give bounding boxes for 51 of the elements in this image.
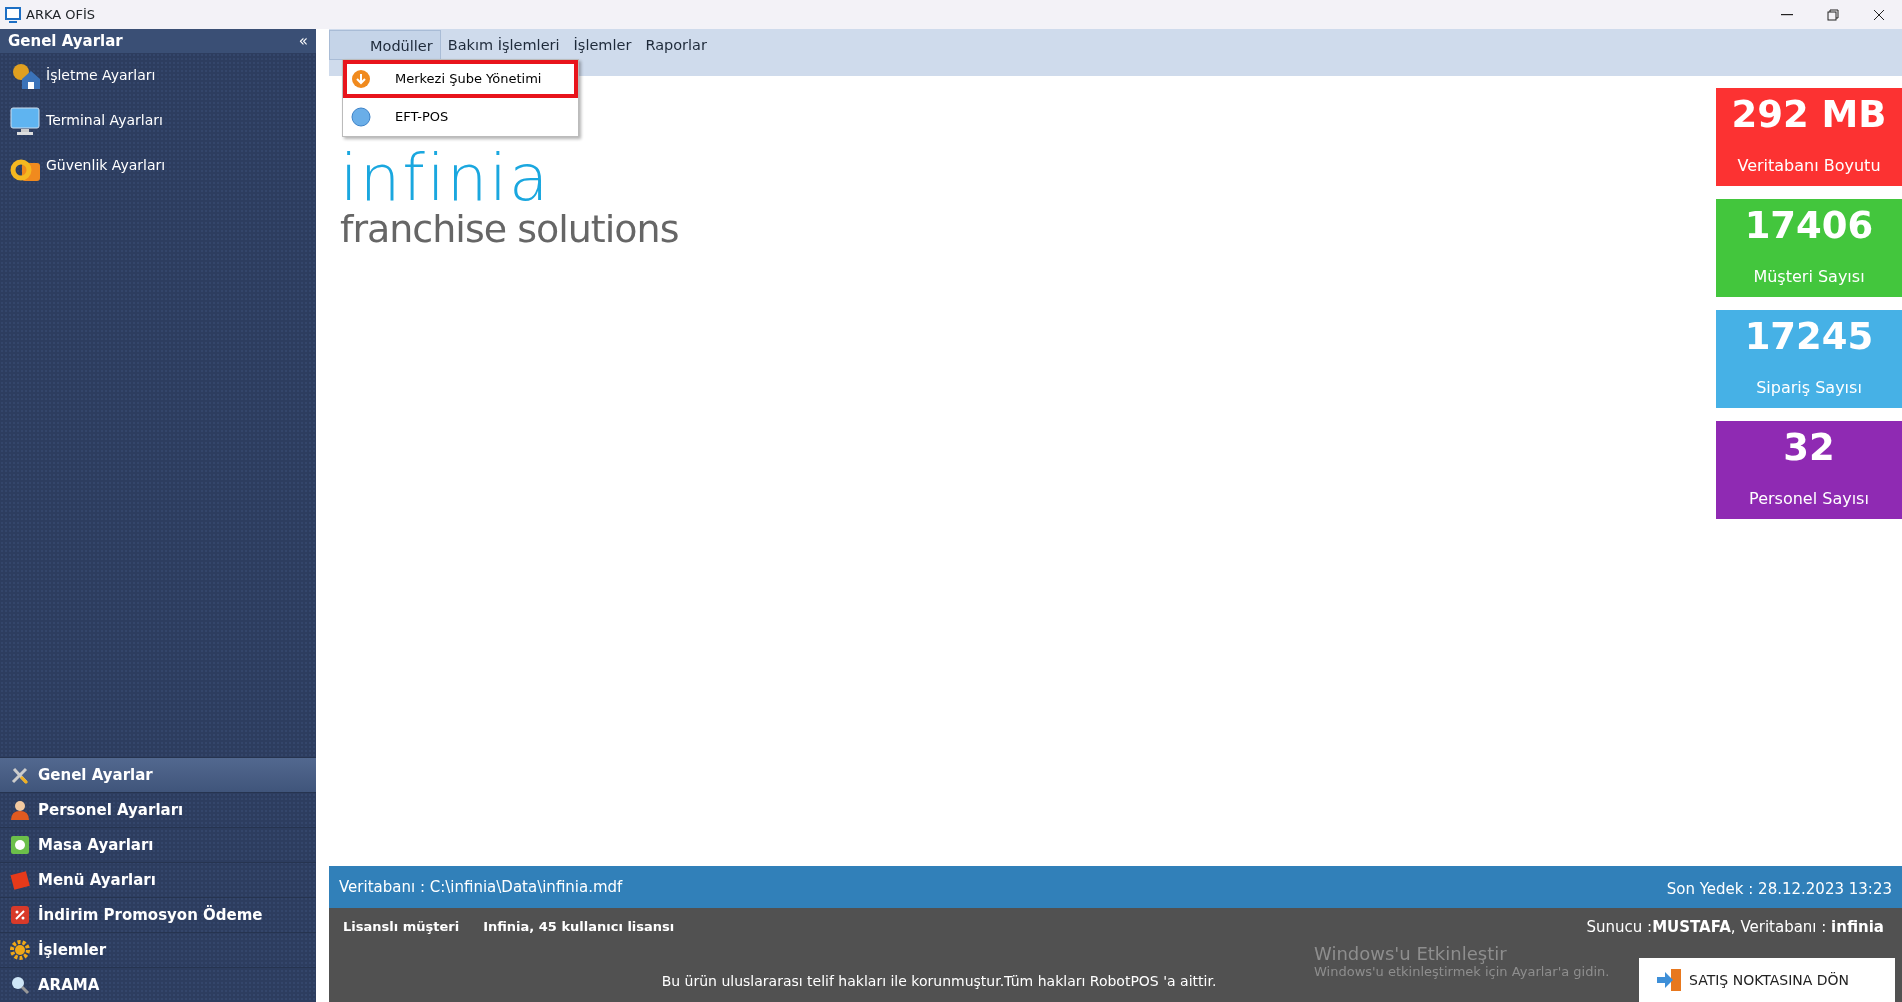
logo-tagline: franchise solutions — [340, 210, 679, 248]
nav-section[interactable]: ARAMA — [0, 967, 316, 1002]
stat-value: 17406 — [1744, 207, 1874, 244]
license-text: Infinia, 45 kullanıcı lisansı — [483, 918, 675, 937]
monitor-icon — [10, 105, 40, 136]
return-to-sales-button[interactable]: SATIŞ NOKTASINA DÖN — [1639, 958, 1895, 1002]
nav-section[interactable]: İndirim Promosyon Ödeme — [0, 897, 316, 932]
plate-icon — [10, 835, 30, 855]
nav-section[interactable]: Genel Ayarlar — [0, 757, 316, 792]
menu-tab[interactable]: Raporlar — [638, 30, 714, 60]
person-icon — [10, 800, 30, 820]
percent-icon — [10, 905, 30, 925]
sidebar-item[interactable]: Terminal Ayarları — [0, 98, 316, 143]
dropdown-item[interactable]: Merkezi Şube Yönetimi — [343, 60, 578, 98]
nav-section[interactable]: Masa Ayarları — [0, 827, 316, 862]
stat-value: 292 MB — [1731, 96, 1887, 133]
dropdown-item[interactable]: EFT-POS — [343, 98, 578, 136]
last-backup: Son Yedek : 28.12.2023 13:23 — [1666, 878, 1892, 900]
window-title: ARKA OFİS — [26, 5, 96, 24]
menu-tab[interactable]: İşlemler — [566, 30, 639, 60]
stat-label: Veritabanı Boyutu — [1737, 155, 1881, 177]
stat-label: Müşteri Sayısı — [1753, 266, 1865, 288]
stat-label: Sipariş Sayısı — [1756, 377, 1862, 399]
logo-name: infinia — [340, 146, 551, 210]
nav-section[interactable]: İşlemler — [0, 932, 316, 967]
stat-value: 17245 — [1744, 318, 1874, 355]
menu-tab[interactable]: Modüller — [329, 30, 441, 60]
collapse-button[interactable]: « — [298, 29, 308, 53]
minimize-icon — [1781, 13, 1793, 16]
monitor-icon — [4, 5, 22, 24]
stat-label: Personel Sayısı — [1749, 488, 1869, 510]
close-icon — [1872, 7, 1886, 22]
sidebar-item[interactable]: İşletme Ayarları — [0, 53, 316, 98]
database-path: Veritabanı : C:\infinia\Data\infinia.mdf — [339, 876, 623, 898]
nav-section[interactable]: Personel Ayarları — [0, 792, 316, 827]
nav-section[interactable]: Menü Ayarları — [0, 862, 316, 897]
activation-hint: Windows'u etkinleştirmek için Ayarlar'a gidin. — [1314, 964, 1610, 980]
menu-card-icon — [10, 870, 30, 890]
menu-tab[interactable]: Bakım İşlemleri — [440, 30, 567, 60]
license-label: Lisanslı müşteri — [343, 918, 460, 937]
stat-value: 32 — [1783, 429, 1835, 466]
server-info: Sunucu :MUSTAFA, Veritabanı : infinia — [1586, 916, 1884, 938]
door-arrow-icon — [1655, 967, 1683, 993]
sidebar-title: Genel Ayarlar — [8, 30, 123, 52]
magnifier-icon — [10, 975, 30, 995]
circle-icon — [351, 107, 371, 127]
sidebar-item[interactable]: Güvenlik Ayarları — [0, 143, 316, 188]
activation-title: Windows'u Etkinleştir — [1314, 944, 1508, 965]
restore-icon — [1826, 7, 1840, 22]
tools-icon — [10, 765, 30, 785]
copyright-text: Bu ürün uluslararası telif hakları ile korunmuştur.Tüm hakları RobotPOS 'a aittir. — [661, 973, 1217, 989]
